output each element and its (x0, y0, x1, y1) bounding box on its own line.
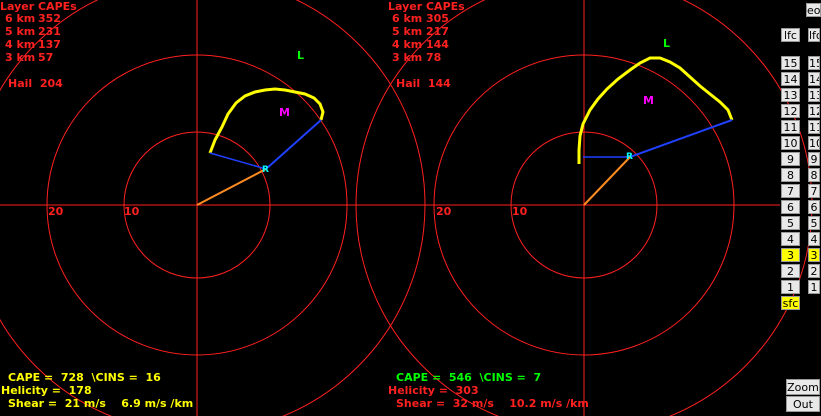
left-layer-3km-value: 57 (38, 51, 54, 64)
level-button-left[interactable]: 1 (781, 280, 800, 294)
level-button-left[interactable]: 2 (781, 264, 800, 278)
level-button-left[interactable]: 10 (781, 136, 800, 150)
left-layer-6km-label: 6 km (5, 12, 36, 25)
left-L-marker: L (297, 49, 305, 62)
level-button-left[interactable]: 13 (781, 88, 800, 102)
level-button-left[interactable]: 14 (781, 72, 800, 86)
level-button-right[interactable]: 10 (808, 136, 820, 150)
right-L-marker: L (663, 37, 671, 50)
level-button-left[interactable]: 15 (781, 56, 800, 70)
left-R-marker: R (262, 165, 269, 175)
right-layer-3km-label: 3 km (392, 51, 423, 64)
left-layer-4km-label: 4 km (5, 38, 36, 51)
level-button-right[interactable]: 6 (808, 200, 820, 214)
zoom-button[interactable]: Zoom (786, 379, 820, 395)
left-cape-line: CAPE = 728 \CINS = 16 (8, 371, 161, 384)
left-ring-30 (0, 0, 426, 416)
level-button-left[interactable]: 11 (781, 120, 800, 134)
level-button-left[interactable]: 6 (781, 200, 800, 214)
left-bunkers-right-vector (265, 119, 322, 170)
level-button-left[interactable]: 3 (781, 248, 800, 262)
right-layer-5km-value: 217 (426, 25, 449, 38)
right-R-marker: R (626, 152, 633, 162)
left-hodograph (0, 0, 426, 416)
left-shear-line: Shear = 21 m/s 6.9 m/s /km (8, 397, 194, 410)
level-button-left[interactable]: 7 (781, 184, 800, 198)
left-ring-label-10: 10 (124, 205, 140, 218)
level-button-right[interactable]: 5 (808, 216, 820, 230)
right-layer-6km-value: 305 (426, 12, 449, 25)
right-hodograph (355, 0, 813, 416)
left-layer-4km-value: 137 (38, 38, 61, 51)
left-storm-motion-vector (196, 168, 267, 206)
right-storm-motion-vector (583, 156, 631, 206)
right-bunkers-right-vector (629, 119, 733, 158)
level-button-left[interactable]: 9 (781, 152, 800, 166)
level-button-right[interactable]: 13 (808, 88, 820, 102)
left-bunkers-left-vector (209, 152, 267, 170)
sfc-button[interactable]: sfc (781, 296, 800, 310)
left-layer-5km-value: 231 (38, 25, 61, 38)
left-layer-3km-label: 3 km (5, 51, 36, 64)
right-layer-4km-value: 144 (426, 38, 449, 51)
level-button-right[interactable]: 8 (808, 168, 820, 182)
level-button-right[interactable]: 9 (808, 152, 820, 166)
level-button-right[interactable]: 4 (808, 232, 820, 246)
left-wind-trace (208, 87, 325, 154)
left-M-marker: M (279, 106, 290, 119)
level-button-left[interactable]: 8 (781, 168, 800, 182)
level-button-right[interactable]: 3 (808, 248, 820, 262)
right-shear-line: Shear = 32 m/s 10.2 m/s /km (396, 397, 589, 410)
level-button-left[interactable]: 12 (781, 104, 800, 118)
level-button-right[interactable]: 7 (808, 184, 820, 198)
level-button-right[interactable]: 1 (808, 280, 820, 294)
right-ring-label-10: 10 (512, 205, 528, 218)
right-layer-4km-label: 4 km (392, 38, 423, 51)
right-helicity-line: Helicity = 303 (388, 384, 479, 397)
lfc-button-left[interactable]: lfc (781, 28, 800, 42)
right-hail: Hail 144 (396, 77, 451, 90)
level-button-right[interactable]: 12 (808, 104, 820, 118)
top-partial-button[interactable]: eo (806, 3, 821, 17)
lfc-button-right[interactable]: lfc (808, 28, 820, 42)
right-M-marker: M (643, 94, 654, 107)
left-layer-5km-label: 5 km (5, 25, 36, 38)
left-ring-label-20: 20 (48, 205, 64, 218)
level-button-right[interactable]: 2 (808, 264, 820, 278)
right-ring-label-20: 20 (436, 205, 452, 218)
right-layer-5km-label: 5 km (392, 25, 423, 38)
level-button-left[interactable]: 5 (781, 216, 800, 230)
left-helicity-line: Helicity = 178 (1, 384, 92, 397)
right-layer-3km-value: 78 (426, 51, 442, 64)
level-button-right[interactable]: 15 (808, 56, 820, 70)
level-button-left[interactable]: 4 (781, 232, 800, 246)
left-layer-6km-value: 352 (38, 12, 61, 25)
right-layer-6km-label: 6 km (392, 12, 423, 25)
level-button-right[interactable]: 14 (808, 72, 820, 86)
level-button-right[interactable]: 11 (808, 120, 820, 134)
out-button[interactable]: Out (786, 396, 820, 412)
left-hail: Hail 204 (8, 77, 63, 90)
right-cape-line: CAPE = 546 \CINS = 7 (396, 371, 542, 384)
